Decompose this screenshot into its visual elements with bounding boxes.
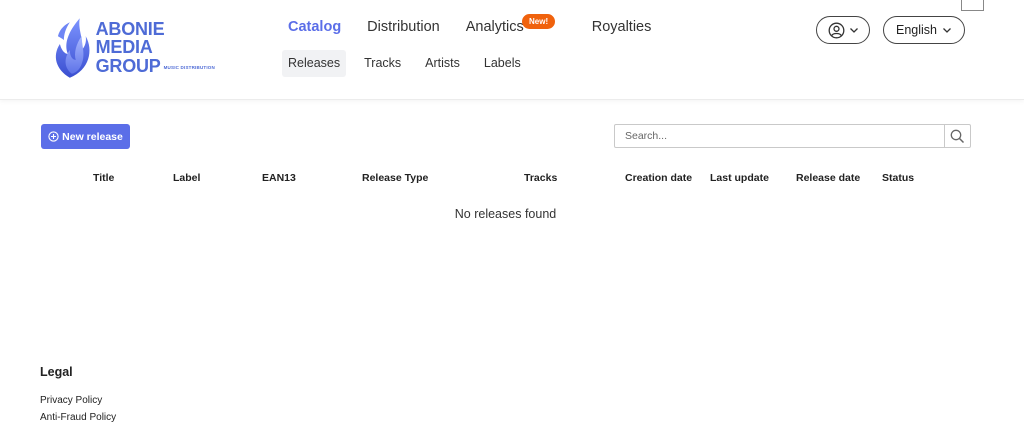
user-menu-button[interactable] [816,16,870,44]
language-selector[interactable]: English [883,16,965,44]
column-label[interactable]: Label [173,172,200,184]
column-release-date[interactable]: Release date [796,172,860,184]
nav-distribution[interactable]: Distribution [367,19,440,35]
column-creation-date[interactable]: Creation date [625,172,692,184]
anti-fraud-policy-link[interactable]: Anti-Fraud Policy [40,412,116,423]
plus-circle-icon [48,131,59,142]
chevron-down-icon [943,27,951,33]
subnav-tracks[interactable]: Tracks [358,50,407,77]
column-title[interactable]: Title [93,172,114,184]
nav-analytics[interactable]: Analytics [466,19,524,35]
privacy-policy-link[interactable]: Privacy Policy [40,395,102,406]
brand-name-line2: GROUP [95,55,161,76]
brand-name-line1: ABONIE MEDIA [95,18,165,57]
search-button[interactable] [944,125,970,147]
language-label: English [896,23,937,37]
legal-heading: Legal [40,365,73,379]
subnav-releases[interactable]: Releases [282,50,347,77]
corner-widget[interactable] [961,0,984,11]
brand-logo[interactable]: ABONIE MEDIA GROUP MUSIC DISTRIBUTION [50,14,225,80]
new-release-label: New release [62,130,123,143]
user-circle-icon [828,22,844,38]
nav-catalog[interactable]: Catalog [288,19,341,35]
top-header: ABONIE MEDIA GROUP MUSIC DISTRIBUTION Ca… [0,0,1024,100]
search-input[interactable] [615,125,944,147]
brand-wordmark: ABONIE MEDIA GROUP MUSIC DISTRIBUTION [96,20,225,75]
chevron-down-icon [849,27,858,33]
sub-nav: Releases Tracks Artists Labels [282,50,539,77]
search-box [614,124,971,148]
empty-state-message: No releases found [454,207,557,221]
search-icon [950,129,965,143]
new-release-button[interactable]: New release [41,124,130,149]
flame-logo-icon [55,18,90,78]
column-status[interactable]: Status [882,172,914,184]
subnav-labels[interactable]: Labels [478,50,527,77]
main-nav: Catalog Distribution Analytics Royalties [288,16,677,38]
nav-royalties[interactable]: Royalties [592,19,652,35]
subnav-artists[interactable]: Artists [419,50,466,77]
new-badge: New! [522,14,556,29]
brand-tagline: MUSIC DISTRIBUTION [163,65,215,70]
column-ean13[interactable]: EAN13 [262,172,296,184]
column-release-type[interactable]: Release Type [362,172,428,184]
column-last-update[interactable]: Last update [710,172,769,184]
column-tracks[interactable]: Tracks [524,172,557,184]
